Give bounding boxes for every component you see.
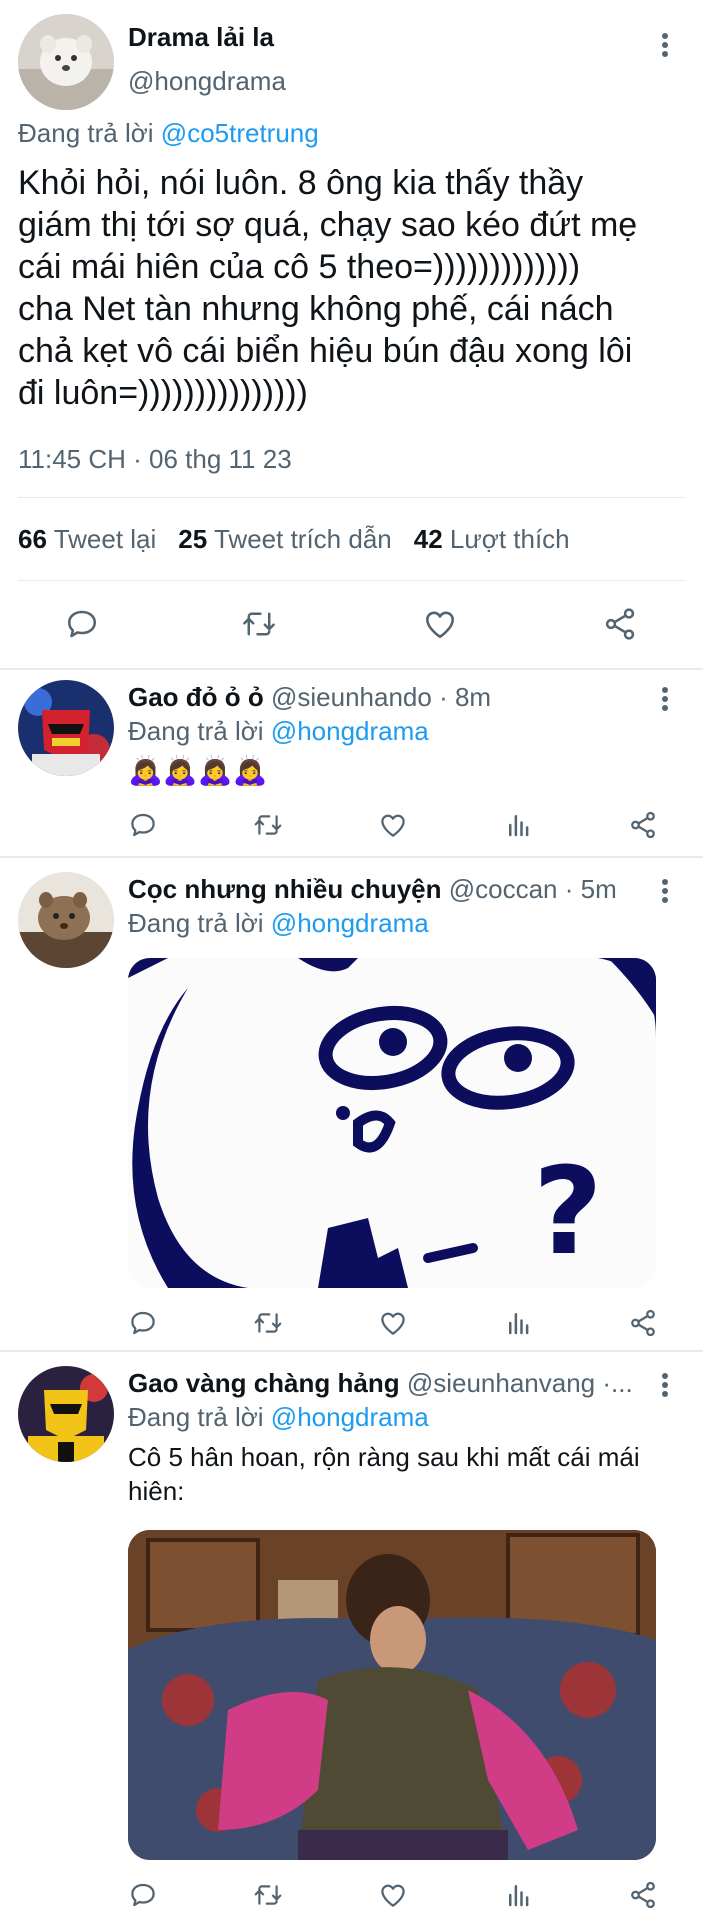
reply-author-name[interactable]: Gao vàng chàng hảng — [128, 1368, 400, 1398]
reply-avatar[interactable] — [18, 1366, 114, 1462]
reply-tweet[interactable]: Cọc nhưng nhiều chuyện @coccan · 5m Đang… — [0, 858, 703, 1350]
tweet-media-meme[interactable]: ? — [128, 958, 656, 1288]
share-icon[interactable] — [628, 1880, 658, 1910]
retweets-count: 66 — [18, 524, 47, 554]
reply-header: Gao vàng chàng hảng @sieunhanvang ·... — [128, 1368, 653, 1399]
retweet-icon[interactable] — [252, 1880, 284, 1910]
retweet-icon[interactable] — [240, 606, 278, 642]
replying-prefix: Đang trả lời — [128, 1402, 264, 1432]
more-icon[interactable] — [650, 1370, 680, 1400]
share-icon[interactable] — [628, 810, 658, 840]
replying-to: Đang trả lời @co5tretrung — [18, 118, 319, 149]
replying-to-link[interactable]: @co5tretrung — [161, 118, 319, 148]
quotes-label: Tweet trích dẫn — [213, 524, 392, 554]
share-icon[interactable] — [602, 606, 638, 642]
more-icon[interactable] — [650, 30, 680, 60]
meme-question-mark: ? — [533, 1143, 603, 1282]
views-icon[interactable] — [504, 1308, 534, 1338]
reply-text: Cô 5 hân hoan, rộn ràng sau khi mất cái … — [128, 1442, 640, 1506]
reply-header: Cọc nhưng nhiều chuyện @coccan · 5m — [128, 874, 648, 905]
likes-count: 42 — [413, 524, 443, 554]
author-name[interactable]: Drama lải la — [128, 22, 274, 53]
main-tweet: Drama lải la @hongdrama Đang trả lời @co… — [0, 0, 703, 668]
like-icon[interactable] — [422, 606, 458, 642]
reply-author-name[interactable]: Gao đỏ ỏ ỏ — [128, 682, 264, 712]
tweet-text: Khỏi hỏi, nói luôn. 8 ông kia thấy thầy … — [18, 164, 638, 412]
likes-stat[interactable]: 42 Lượt thích — [414, 524, 570, 555]
reply-author-handle[interactable]: @coccan — [449, 874, 558, 904]
reply-tweet[interactable]: Gao vàng chàng hảng @sieunhanvang ·... Đ… — [0, 1352, 703, 1920]
author-avatar[interactable] — [18, 14, 114, 110]
reply-icon[interactable] — [128, 810, 158, 840]
retweet-icon[interactable] — [252, 1308, 284, 1338]
replying-prefix: Đang trả lời — [128, 716, 264, 746]
retweets-stat[interactable]: 66 Tweet lại — [18, 524, 156, 555]
reply-icon[interactable] — [64, 606, 100, 642]
quotes-count: 25 — [178, 524, 208, 554]
views-icon[interactable] — [504, 1880, 534, 1910]
reply-time[interactable]: · 5m — [565, 874, 617, 904]
replying-prefix: Đang trả lời — [128, 908, 264, 938]
reply-actions — [128, 1880, 668, 1910]
reply-author-handle[interactable]: @sieunhando — [271, 682, 432, 712]
like-icon[interactable] — [378, 1308, 408, 1338]
reply-avatar[interactable] — [18, 872, 114, 968]
tweet-stats: 66 Tweet lại 25 Tweet trích dẫn 42 Lượt … — [18, 524, 570, 555]
views-icon[interactable] — [504, 810, 534, 840]
reply-actions — [128, 1308, 668, 1338]
replying-to-link[interactable]: @hongdrama — [271, 1402, 429, 1432]
retweets-label: Tweet lại — [53, 524, 157, 554]
tweet-timestamp[interactable]: 11:45 CH · 06 thg 11 23 — [18, 444, 292, 475]
like-icon[interactable] — [378, 1880, 408, 1910]
like-icon[interactable] — [378, 810, 408, 840]
quotes-stat[interactable]: 25 Tweet trích dẫn — [178, 524, 391, 555]
reply-header: Gao đỏ ỏ ỏ @sieunhando · 8m — [128, 682, 648, 713]
replying-to-link[interactable]: @hongdrama — [271, 716, 429, 746]
reply-time[interactable]: · 8m — [439, 682, 491, 712]
tweet-media-photo[interactable] — [128, 1530, 656, 1860]
replying-to-link[interactable]: @hongdrama — [271, 908, 429, 938]
more-icon[interactable] — [650, 876, 680, 906]
reply-tweet[interactable]: Gao đỏ ỏ ỏ @sieunhando · 8m Đang trả lời… — [0, 670, 703, 856]
replying-to: Đang trả lời @hongdrama — [128, 908, 429, 939]
divider — [18, 497, 685, 498]
retweet-icon[interactable] — [252, 810, 284, 840]
reply-author-handle[interactable]: @sieunhanvang — [407, 1368, 595, 1398]
reply-icon[interactable] — [128, 1880, 158, 1910]
share-icon[interactable] — [628, 1308, 658, 1338]
reply-icon[interactable] — [128, 1308, 158, 1338]
reply-text: 🙇‍♀️🙇‍♀️🙇‍♀️🙇‍♀️ — [128, 755, 268, 786]
replying-prefix: Đang trả lời — [18, 118, 154, 148]
replying-to: Đang trả lời @hongdrama — [128, 1402, 429, 1433]
tweet-actions — [0, 600, 703, 650]
reply-author-name[interactable]: Cọc nhưng nhiều chuyện — [128, 874, 442, 904]
reply-actions — [128, 810, 668, 840]
author-handle[interactable]: @hongdrama — [128, 66, 286, 97]
divider — [18, 580, 685, 581]
more-icon[interactable] — [650, 684, 680, 714]
reply-avatar[interactable] — [18, 680, 114, 776]
reply-time[interactable]: ·... — [602, 1368, 632, 1398]
replying-to: Đang trả lời @hongdrama — [128, 716, 429, 747]
likes-label: Lượt thích — [449, 524, 570, 554]
